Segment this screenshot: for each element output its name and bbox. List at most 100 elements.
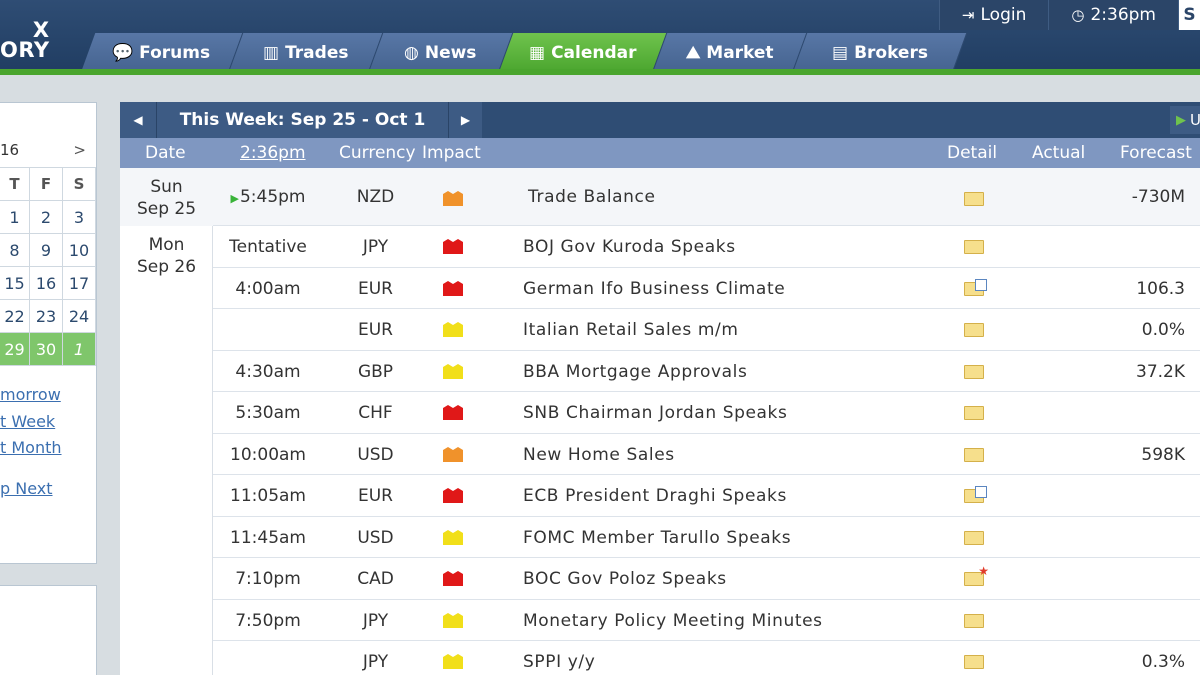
detail-folder-icon[interactable] (964, 192, 984, 206)
impact-low-icon[interactable] (443, 654, 463, 669)
event-title[interactable]: German Ifo Business Climate (523, 279, 785, 299)
table-row[interactable]: JPY SPPI y/y 0.3% (213, 641, 1200, 675)
tab-forums[interactable]: 💬 Forums (80, 33, 244, 73)
tab-calendar[interactable]: ▦ Calendar (498, 33, 668, 73)
table-row[interactable]: 11:45am USD FOMC Member Tarullo Speaks (213, 517, 1200, 558)
chevron-right-icon: ▶ (460, 113, 471, 127)
impact-low-icon[interactable] (443, 322, 463, 337)
event-title[interactable]: New Home Sales (523, 445, 675, 465)
event-title[interactable]: SNB Chairman Jordan Speaks (523, 403, 787, 423)
table-row[interactable]: 4:00am EUR German Ifo Business Climate 106.… (213, 268, 1200, 309)
table-row[interactable]: Tentative JPY BOJ Gov Kuroda Speaks (213, 226, 1200, 268)
impact-high-icon[interactable] (443, 281, 463, 296)
mini-calendar-day[interactable]: 24 (63, 300, 96, 333)
link-tomorrow[interactable]: morrow (0, 385, 61, 404)
event-time: 4:30am (213, 362, 323, 382)
column-header-row: Date 2:36pm Currency Impact Detail Actua… (120, 138, 1200, 168)
mini-calendar-day[interactable]: 30 (30, 333, 63, 366)
event-title[interactable]: FOMC Member Tarullo Speaks (523, 528, 791, 548)
event-currency: USD (357, 445, 394, 465)
detail-document-icon[interactable] (964, 486, 987, 503)
impact-high-icon[interactable] (443, 488, 463, 503)
col-currency: Currency (339, 143, 416, 163)
event-time-label: Tentative (229, 237, 307, 257)
line-chart-icon: ⛰ (685, 43, 700, 63)
table-row[interactable]: 4:30am GBP BBA Mortgage Approvals 37.2K (213, 351, 1200, 392)
day-date: Sep 25 (136, 199, 197, 219)
dow-label: F (30, 168, 63, 201)
event-currency: NZD (356, 187, 395, 207)
event-title[interactable]: Italian Retail Sales m/m (523, 320, 738, 340)
tab-brokers[interactable]: ▤ Brokers (792, 33, 968, 73)
event-title[interactable]: BBA Mortgage Approvals (523, 362, 747, 382)
event-title[interactable]: Monetary Policy Meeting Minutes (523, 611, 823, 631)
up-next-button[interactable]: ▶ U (1170, 106, 1200, 134)
event-currency: JPY (362, 611, 389, 631)
table-row[interactable]: 7:50pm JPY Monetary Policy Meeting Minutes (213, 600, 1200, 641)
table-row[interactable]: 5:30am CHF SNB Chairman Jordan Speaks (213, 392, 1200, 434)
mini-calendar-day[interactable]: 1 (0, 201, 30, 234)
clock-display[interactable]: ◷ 2:36pm (1048, 0, 1178, 30)
event-title[interactable]: BOJ Gov Kuroda Speaks (523, 237, 736, 257)
tab-news[interactable]: ◍ News (368, 33, 514, 73)
week-title[interactable]: This Week: Sep 25 - Oct 1 (156, 102, 448, 138)
tab-trades[interactable]: ▥ Trades (228, 33, 384, 73)
detail-document-icon[interactable] (964, 279, 987, 296)
mini-calendar-day[interactable]: 17 (63, 267, 96, 300)
detail-folder-icon[interactable] (964, 406, 984, 420)
detail-folder-icon[interactable] (964, 448, 984, 462)
event-title[interactable]: ECB President Draghi Speaks (523, 486, 787, 506)
table-row[interactable]: ▶5:45pm NZD Trade Balance -730M (213, 168, 1200, 226)
table-row[interactable]: 10:00am USD New Home Sales 598K (213, 434, 1200, 475)
impact-high-icon[interactable] (443, 405, 463, 420)
next-week-button[interactable]: ▶ (448, 102, 482, 138)
impact-high-icon[interactable] (443, 239, 463, 254)
detail-folder-icon[interactable] (964, 323, 984, 337)
table-row[interactable]: EUR Italian Retail Sales m/m 0.0% (213, 309, 1200, 351)
mini-calendar-day[interactable]: 16 (30, 267, 63, 300)
login-icon: ⇥ (961, 6, 975, 24)
link-up-next[interactable]: p Next (0, 479, 53, 498)
chevron-left-icon: ◀ (133, 113, 143, 127)
up-next-label: U (1190, 111, 1200, 129)
dow-label: S (63, 168, 96, 201)
event-title[interactable]: SPPI y/y (523, 652, 595, 672)
detail-folder-icon[interactable] (964, 614, 984, 628)
impact-low-icon[interactable] (443, 364, 463, 379)
mini-calendar-day[interactable]: 23 (30, 300, 63, 333)
detail-folder-icon[interactable] (964, 365, 984, 379)
mini-calendar-day[interactable]: 8 (0, 234, 30, 267)
table-row[interactable]: 11:05am EUR ECB President Draghi Speaks (213, 475, 1200, 517)
prev-week-button[interactable]: ◀ (120, 102, 156, 138)
link-next-month[interactable]: t Month (0, 438, 62, 457)
impact-low-icon[interactable] (443, 613, 463, 628)
detail-starred-folder-icon[interactable] (964, 564, 989, 586)
detail-folder-icon[interactable] (964, 240, 984, 254)
login-button[interactable]: ⇥ Login (938, 0, 1049, 30)
search-button[interactable]: S (1178, 0, 1200, 30)
mini-calendar-day[interactable]: 3 (63, 201, 96, 234)
impact-medium-icon[interactable] (443, 191, 463, 206)
mini-calendar-day[interactable]: 29 (0, 333, 30, 366)
mini-calendar-day[interactable]: 10 (63, 234, 96, 267)
impact-medium-icon[interactable] (443, 447, 463, 462)
week-navigation-bar: ◀ This Week: Sep 25 - Oct 1 ▶ ▶ U (120, 102, 1200, 138)
link-next-week[interactable]: t Week (0, 412, 55, 431)
event-title[interactable]: BOC Gov Poloz Speaks (523, 569, 727, 589)
table-row[interactable]: 7:10pm CAD BOC Gov Poloz Speaks (213, 558, 1200, 600)
mini-calendar-day[interactable]: 15 (0, 267, 30, 300)
detail-folder-icon[interactable] (964, 531, 984, 545)
detail-folder-icon[interactable] (964, 655, 984, 669)
mini-calendar-day[interactable]: 2 (30, 201, 63, 234)
impact-high-icon[interactable] (443, 571, 463, 586)
mini-calendar-day[interactable]: 1 (63, 333, 96, 366)
impact-low-icon[interactable] (443, 530, 463, 545)
mini-calendar-next-button[interactable]: > (73, 141, 86, 159)
mini-calendar-day[interactable]: 9 (30, 234, 63, 267)
event-forecast: 37.2K (1136, 362, 1185, 382)
mini-calendar-day[interactable]: 22 (0, 300, 30, 333)
mini-calendar-week: 8 9 10 (0, 234, 96, 267)
tab-market[interactable]: ⛰ Market (652, 33, 808, 73)
event-title[interactable]: Trade Balance (528, 187, 656, 207)
col-time[interactable]: 2:36pm (240, 143, 306, 163)
